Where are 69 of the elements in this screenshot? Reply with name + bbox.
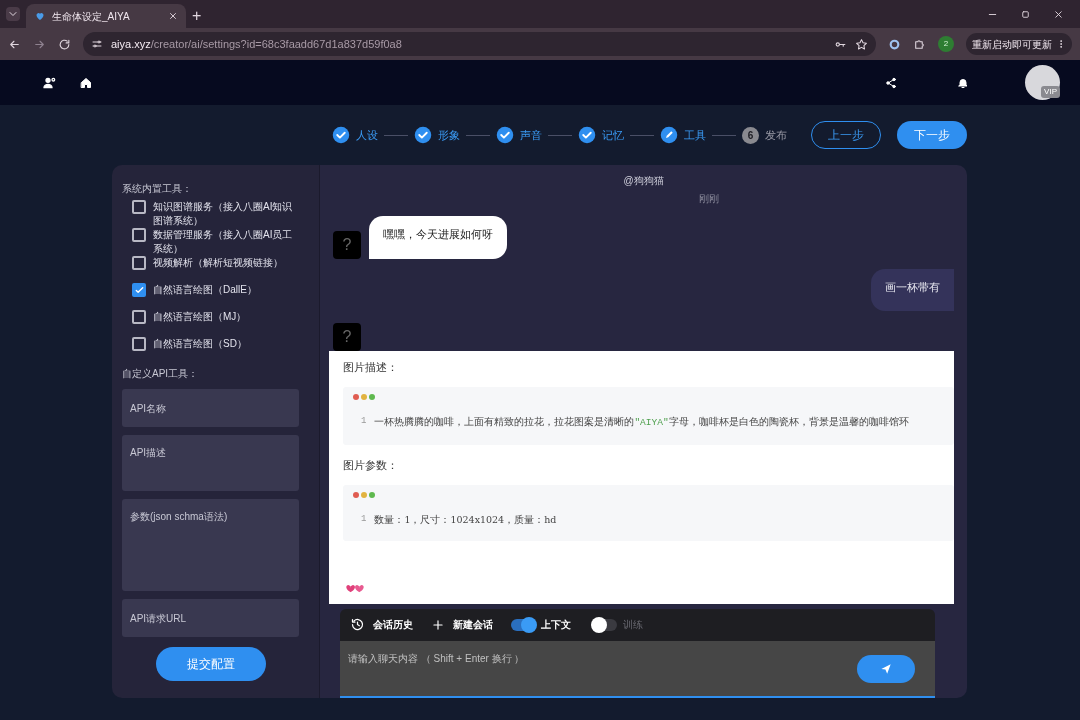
- toggle[interactable]: 上下文: [511, 617, 571, 633]
- tab-title: 生命体设定_AIYA: [52, 9, 131, 24]
- send-icon: [879, 661, 893, 676]
- step-number: 6: [742, 126, 759, 144]
- bot-avatar: ?: [333, 230, 361, 259]
- step-label: 声音: [520, 127, 542, 143]
- reload-icon[interactable]: [58, 37, 71, 51]
- bot-avatar: ?: [333, 323, 361, 351]
- section-title: 系统内置工具：: [122, 182, 193, 196]
- new-tab-button[interactable]: +: [192, 8, 202, 24]
- history-button[interactable]: 会话历史: [350, 617, 413, 633]
- browser-tab[interactable]: 生命体设定_AIYA: [26, 4, 186, 28]
- section-title: 自定义API工具：: [122, 367, 200, 381]
- toggle-switch[interactable]: [521, 616, 537, 633]
- checkbox-label: 数据管理服务（接入八圈AI员工系统）: [153, 228, 294, 256]
- home-icon[interactable]: [80, 76, 92, 89]
- code-line: 数量：1，尺寸：1024x1024，质量：hd: [374, 513, 557, 527]
- toggle-switch[interactable]: [591, 616, 607, 633]
- checkbox-label: 自然语言绘图（DallE）: [153, 283, 257, 297]
- message-bubble: 嘿嘿，今天进展如何呀: [369, 216, 507, 259]
- close-icon[interactable]: [168, 11, 178, 21]
- message-bubble: 画一杯带有: [871, 268, 954, 311]
- checkbox[interactable]: [132, 256, 146, 270]
- text-area[interactable]: 参数(json schma语法): [122, 499, 299, 591]
- input-field[interactable]: API名称: [122, 389, 299, 427]
- update-button[interactable]: 重新启动即可更新: [966, 33, 1072, 55]
- text-area[interactable]: API描述: [122, 435, 299, 491]
- vip-badge: VIP: [1041, 86, 1060, 98]
- tab-list-icon[interactable]: [6, 7, 20, 21]
- section-heading: 图片描述：: [343, 359, 399, 375]
- star-icon[interactable]: [855, 37, 868, 51]
- step-label: 人设: [356, 127, 378, 143]
- step-label: 形象: [438, 127, 460, 143]
- new-chat-button[interactable]: 新建会话: [431, 617, 493, 633]
- checkbox[interactable]: [132, 200, 146, 214]
- input-field[interactable]: API请求URL: [122, 599, 299, 637]
- share-icon[interactable]: [885, 76, 897, 89]
- close-icon[interactable]: [1053, 9, 1064, 20]
- plus-icon: [431, 617, 445, 632]
- bell-icon[interactable]: [957, 76, 969, 89]
- chat-title: @狗狗猫: [622, 174, 665, 188]
- site-settings-icon: [91, 38, 103, 50]
- restore-icon[interactable]: [1020, 9, 1031, 20]
- checkbox[interactable]: [132, 228, 146, 242]
- checkbox-label: 视频解析（解析短视频链接）: [153, 256, 283, 270]
- puzzle-icon[interactable]: [913, 37, 926, 51]
- heart-logo-icon: [34, 10, 46, 22]
- chat-input[interactable]: 请输入聊天内容 （ Shift + Enter 换行 ）: [340, 640, 935, 698]
- history-icon: [350, 617, 365, 633]
- line-number: 1: [360, 415, 367, 429]
- checkbox-label: 自然语言绘图（SD）: [153, 337, 247, 351]
- checkbox[interactable]: [132, 337, 146, 351]
- extension-ring-icon[interactable]: [888, 37, 901, 51]
- section-heading: 图片参数：: [343, 457, 399, 473]
- step-label: 工具: [684, 127, 706, 143]
- url-text: aiya.xyz/creator/ai/settings?id=68c3faadd67d1a837d59f0a8: [111, 36, 402, 52]
- code-line: 一杯热腾腾的咖啡，上面有精致的拉花，拉花图案是清晰的"AIYA"字母，咖啡杯是白色的陶瓷杯，背景是温馨的咖啡馆环: [374, 415, 909, 431]
- step-label: 发布: [765, 127, 787, 143]
- hearts-icon: [343, 583, 367, 594]
- check-icon: [133, 284, 145, 296]
- address-bar[interactable]: aiya.xyz/creator/ai/settings?id=68c3faadd67d1a837d59f0a8: [83, 32, 876, 56]
- step-label: 记忆: [602, 127, 624, 143]
- profile-badge[interactable]: 2: [938, 36, 954, 52]
- checkbox-label: 自然语言绘图（MJ）: [153, 310, 247, 324]
- line-number: 1: [360, 513, 367, 526]
- checkbox[interactable]: [132, 283, 146, 297]
- checkbox[interactable]: [132, 310, 146, 324]
- timestamp: 刚刚: [697, 192, 720, 206]
- checkbox-label: 知识图谱服务（接入八圈AI知识图谱系统）: [153, 200, 294, 228]
